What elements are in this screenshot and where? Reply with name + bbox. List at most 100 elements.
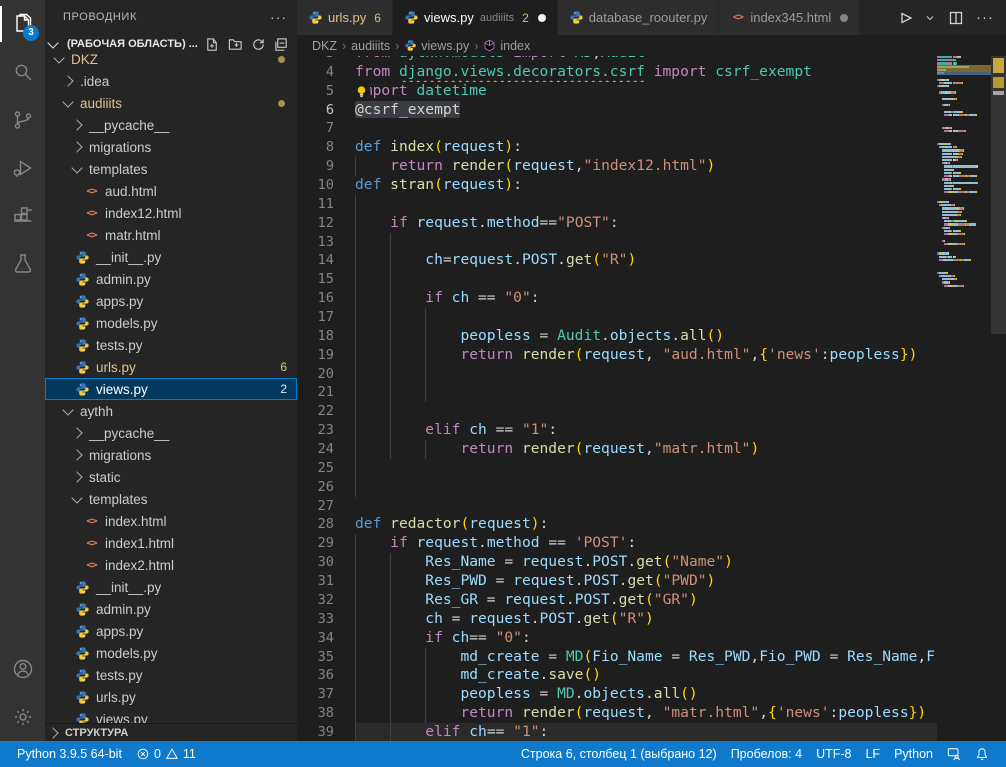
eol-selector[interactable]: LF [858, 747, 887, 761]
code-line-21: 21 [297, 383, 937, 402]
activitybar-account[interactable] [0, 645, 45, 693]
run-dropdown-chevron-icon[interactable] [924, 10, 936, 26]
breadcrumb-item-audiiits[interactable]: audiiits [351, 39, 390, 53]
tree-item--init-py[interactable]: __init__.py [45, 246, 297, 268]
tree-item-templates[interactable]: templates [45, 158, 297, 180]
minimap-line [937, 236, 991, 238]
tree-item-index-html[interactable]: <>index.html [45, 510, 297, 532]
python-icon [75, 624, 90, 639]
chevron-down-icon[interactable] [71, 162, 82, 173]
code-token: request [417, 534, 479, 551]
notifications-bell-icon[interactable] [968, 747, 996, 761]
activitybar-settings[interactable] [0, 693, 45, 741]
chevron-right-icon[interactable] [71, 427, 82, 438]
tree-item-migrations[interactable]: migrations [45, 444, 297, 466]
tree-item-index12-html[interactable]: <>index12.html [45, 202, 297, 224]
run-button-icon[interactable] [896, 10, 912, 26]
scrollbar[interactable] [991, 56, 1006, 741]
chevron-right-icon[interactable] [71, 141, 82, 152]
tree-item-apps-py[interactable]: apps.py [45, 620, 297, 642]
tree-item--idea[interactable]: .idea [45, 70, 297, 92]
breadcrumb-item-index[interactable]: index [483, 39, 530, 53]
editor-more-actions[interactable]: ··· [976, 9, 994, 26]
chevron-right-icon[interactable] [71, 119, 82, 130]
code-editor[interactable]: 3from aythh.models import MD,Audit4from … [297, 56, 1006, 741]
indentation-selector[interactable]: Пробелов: 4 [724, 747, 809, 761]
code-token: request [469, 610, 531, 627]
minimap-line [937, 140, 991, 142]
code-token: def [355, 176, 390, 193]
minimap[interactable] [937, 56, 991, 741]
feedback-icon[interactable] [940, 747, 968, 761]
activitybar-search[interactable] [0, 48, 45, 96]
breadcrumb-item-dkz[interactable]: DKZ [312, 39, 337, 53]
tree-item-urls-py[interactable]: urls.py [45, 686, 297, 708]
tree-item-models-py[interactable]: models.py [45, 312, 297, 334]
problems-indicator[interactable]: 0 11 [129, 741, 203, 767]
code-token: () [680, 685, 698, 702]
tree-item-migrations[interactable]: migrations [45, 136, 297, 158]
tree-item--init-py[interactable]: __init__.py [45, 576, 297, 598]
lightbulb-icon[interactable] [355, 83, 370, 100]
tree-item-matr-html[interactable]: <>matr.html [45, 224, 297, 246]
tab-index345-html[interactable]: <>index345.html [719, 0, 860, 35]
tree-item-aythh[interactable]: aythh [45, 400, 297, 422]
tab-urls-py[interactable]: urls.py6 [297, 0, 393, 35]
tree-item-admin-py[interactable]: admin.py [45, 598, 297, 620]
chevron-right-icon[interactable] [62, 75, 73, 86]
line-number: 24 [297, 440, 355, 459]
explorer-more-actions[interactable]: ··· [270, 9, 287, 25]
outline-section-header[interactable]: СТРУКТУРА [45, 723, 297, 741]
tree-item-dkz[interactable]: DKZ [45, 48, 297, 70]
tree-item-static[interactable]: static [45, 466, 297, 488]
activitybar-extensions[interactable] [0, 192, 45, 240]
encoding-selector[interactable]: UTF-8 [809, 747, 858, 761]
activitybar-run-debug[interactable] [0, 144, 45, 192]
tree-item-views-py[interactable]: views.py2 [45, 378, 297, 400]
minimap-line [937, 59, 991, 61]
chevron-right-icon[interactable] [71, 471, 82, 482]
minimap-line [937, 108, 991, 110]
activitybar-explorer[interactable]: 3 [0, 0, 45, 48]
tree-item--pycache-[interactable]: __pycache__ [45, 114, 297, 136]
activitybar-testing[interactable] [0, 240, 45, 288]
chevron-right-icon[interactable] [71, 449, 82, 460]
tree-item-index1-html[interactable]: <>index1.html [45, 532, 297, 554]
cursor-position[interactable]: Строка 6, столбец 1 (выбрано 12) [514, 747, 724, 761]
tree-item-aud-html[interactable]: <>aud.html [45, 180, 297, 202]
tree-item-tests-py[interactable]: tests.py [45, 334, 297, 356]
code-token: return [390, 157, 452, 174]
scrollbar-thumb[interactable] [991, 56, 1006, 334]
tree-item-views-py[interactable]: views.py [45, 708, 297, 724]
dirty-dot-icon[interactable] [538, 14, 546, 22]
breadcrumb-item-views-py[interactable]: views.py [404, 39, 469, 53]
language-mode-selector[interactable]: Python [887, 747, 940, 761]
chevron-down-icon[interactable] [53, 52, 64, 63]
chevron-down-icon[interactable] [71, 492, 82, 503]
split-editor-icon[interactable] [948, 10, 964, 26]
dirty-dot-icon[interactable] [840, 14, 848, 22]
tree-item-templates[interactable]: templates [45, 488, 297, 510]
tree-item-audiiits[interactable]: audiiits [45, 92, 297, 114]
tree-item-index2-html[interactable]: <>index2.html [45, 554, 297, 576]
python-icon [75, 646, 90, 661]
tree-item--pycache-[interactable]: __pycache__ [45, 422, 297, 444]
code-lines: 3from aythh.models import MD,Audit4from … [297, 56, 937, 741]
code-token: = [478, 591, 504, 608]
chevron-down-icon[interactable] [62, 96, 73, 107]
indent-guide [390, 251, 391, 270]
tab-views-py[interactable]: views.pyaudiiits2 [393, 0, 558, 35]
tree-item-models-py[interactable]: models.py [45, 642, 297, 664]
tab-directory-hint: audiiits [480, 12, 514, 24]
tree-item-admin-py[interactable]: admin.py [45, 268, 297, 290]
activitybar-source-control[interactable] [0, 96, 45, 144]
tree-item-apps-py[interactable]: apps.py [45, 290, 297, 312]
tree-item-tests-py[interactable]: tests.py [45, 664, 297, 686]
code-token: . [575, 610, 584, 627]
tab-database-roouter-py[interactable]: database_roouter.py [558, 0, 720, 35]
code-token [355, 534, 390, 551]
indent-guide [425, 365, 426, 384]
tree-item-urls-py[interactable]: urls.py6 [45, 356, 297, 378]
chevron-down-icon[interactable] [62, 404, 73, 415]
python-interpreter-selector[interactable]: Python 3.9.5 64-bit [10, 741, 129, 767]
